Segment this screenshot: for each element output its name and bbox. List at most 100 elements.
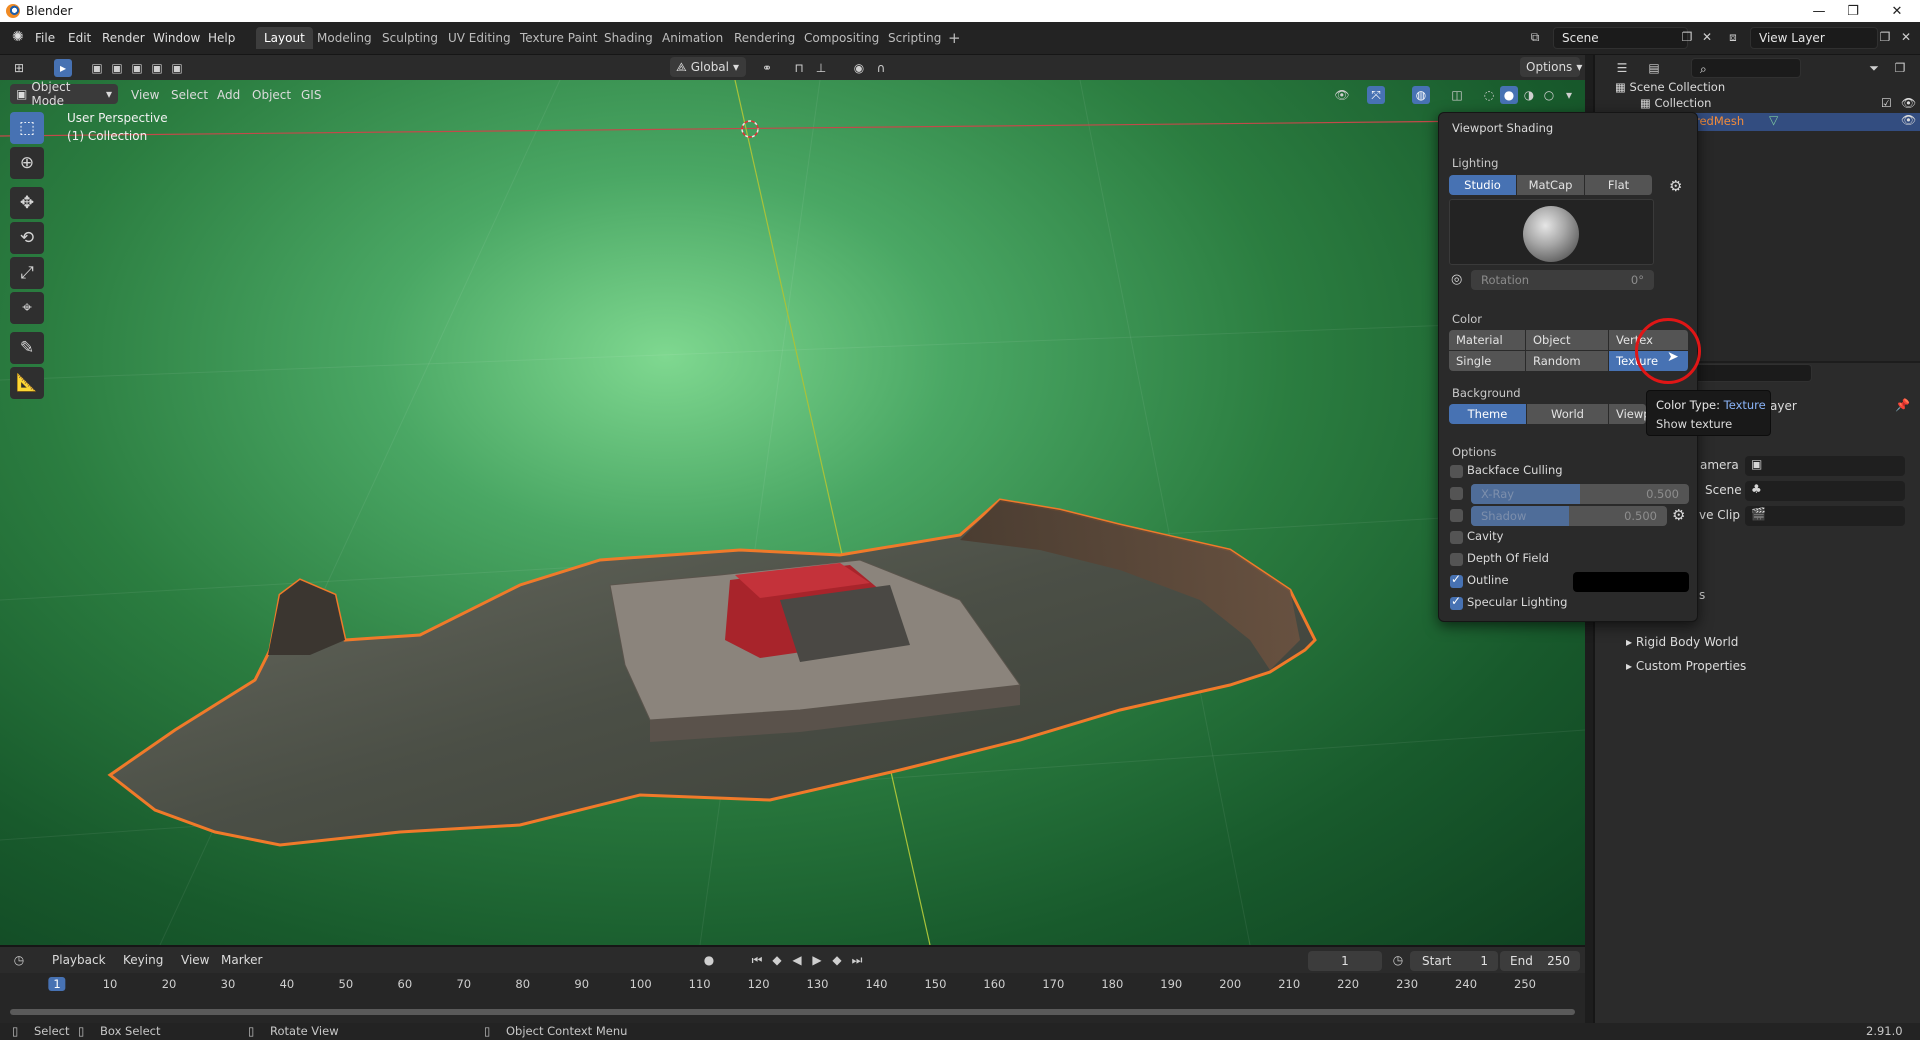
outline-color-swatch[interactable] <box>1573 572 1689 592</box>
display-mode-icon[interactable]: ▤ <box>1645 59 1663 77</box>
lighting-studio-button[interactable]: Studio <box>1449 175 1517 195</box>
rendered-shading-icon[interactable]: ○ <box>1540 86 1558 104</box>
menu-help[interactable]: Help <box>204 29 239 47</box>
outliner-search-input[interactable]: ⌕ <box>1691 58 1801 78</box>
menu-object[interactable]: Object <box>252 88 291 102</box>
filter-icon[interactable]: ⏷ <box>1865 59 1883 77</box>
3d-viewport[interactable]: User Perspective (1) Collection <box>0 80 1585 945</box>
pivot-point-icon[interactable]: ⚭ <box>758 59 776 77</box>
tab-animation[interactable]: Animation <box>654 27 731 49</box>
outline-checkbox[interactable] <box>1450 572 1463 588</box>
xray-checkbox[interactable] <box>1450 487 1463 500</box>
menu-window[interactable]: Window <box>149 29 204 47</box>
move-tool-icon[interactable]: ✥ <box>10 187 44 219</box>
play-icon[interactable]: ▶ <box>808 951 826 969</box>
cursor-tool-icon[interactable]: ⊕ <box>10 147 44 179</box>
transform-tool-icon[interactable]: ⌖ <box>10 292 44 324</box>
view-layer-icon[interactable]: ⧈ <box>1724 28 1742 46</box>
eye-icon[interactable]: 👁 <box>1901 113 1916 127</box>
outliner-row-collection[interactable]: ▦ Collection <box>1640 96 1711 110</box>
options-dropdown[interactable]: Options ▾ <box>1520 57 1582 77</box>
restore-button[interactable]: ❐ <box>1830 0 1876 22</box>
depth-of-field-checkbox[interactable] <box>1450 553 1463 566</box>
timeline[interactable]: 1 10 20 30 40 50 60 70 80 90 100 110 120 130 140 150 160… <box>0 973 1585 1023</box>
current-frame-field[interactable]: 1 <box>1308 951 1382 971</box>
end-frame-field[interactable]: End 250 <box>1500 951 1580 971</box>
menu-file[interactable]: File <box>31 29 59 47</box>
select-mode-extend-icon[interactable]: ▣ <box>108 59 126 77</box>
timeline-menu-playback[interactable]: Playback <box>52 953 106 967</box>
mode-dropdown[interactable]: ▣ Object Mode ▾ <box>10 80 118 108</box>
delete-scene-icon[interactable]: ✕ <box>1698 28 1716 46</box>
specular-lighting-checkbox[interactable] <box>1450 594 1463 610</box>
new-collection-icon[interactable]: ❐ <box>1891 59 1909 77</box>
overlays-icon[interactable]: ◍ <box>1412 86 1430 104</box>
timeline-menu-view[interactable]: View <box>181 953 209 967</box>
close-window-button[interactable]: ✕ <box>1874 0 1920 22</box>
color-random-button[interactable]: Random <box>1526 351 1609 371</box>
eye-icon[interactable]: 👁 <box>1901 96 1916 110</box>
rotation-field[interactable]: Rotation 0° <box>1471 270 1654 290</box>
tab-modeling[interactable]: Modeling <box>309 27 380 49</box>
tab-layout[interactable]: Layout <box>256 27 313 49</box>
menu-render[interactable]: Render <box>98 29 149 47</box>
panel-rigid-body-world[interactable]: ▸ Rigid Body World <box>1626 635 1738 649</box>
active-clip-field[interactable]: 🎬 <box>1745 506 1905 526</box>
preview-range-icon[interactable]: ◷ <box>1389 951 1407 969</box>
jump-keyframe-back-icon[interactable]: ◆ <box>768 951 786 969</box>
add-workspace-button[interactable]: + <box>940 25 969 47</box>
world-space-lighting-icon[interactable]: ◎ <box>1451 272 1462 287</box>
select-mode-invert-icon[interactable]: ▣ <box>148 59 166 77</box>
jump-start-icon[interactable]: ⏮ <box>748 951 766 969</box>
tab-compositing[interactable]: Compositing <box>796 27 887 49</box>
color-single-button[interactable]: Single <box>1449 351 1526 371</box>
background-scene-field[interactable]: ♣ <box>1745 481 1905 501</box>
solid-shading-icon[interactable]: ● <box>1500 86 1518 104</box>
menu-view[interactable]: View <box>131 88 159 102</box>
exclude-checkbox-icon[interactable]: ☑ <box>1881 96 1892 110</box>
shadow-slider[interactable]: Shadow 0.500 <box>1471 506 1667 526</box>
outliner-row-scene-collection[interactable]: ▦ Scene Collection <box>1615 80 1725 94</box>
menu-add[interactable]: Add <box>217 88 240 102</box>
color-material-button[interactable]: Material <box>1449 330 1526 350</box>
falloff-icon[interactable]: ∩ <box>872 59 890 77</box>
menu-select[interactable]: Select <box>171 88 208 102</box>
backface-culling-checkbox[interactable] <box>1450 465 1463 478</box>
pin-icon[interactable]: 📌 <box>1895 398 1910 412</box>
background-theme-button[interactable]: Theme <box>1449 404 1527 424</box>
shading-dropdown-icon[interactable]: ▾ <box>1560 86 1578 104</box>
select-mode-subtract-icon[interactable]: ▣ <box>128 59 146 77</box>
xray-toggle-icon[interactable]: ◫ <box>1448 86 1466 104</box>
snap-target-icon[interactable]: ⊥ <box>812 59 830 77</box>
background-world-button[interactable]: World <box>1527 404 1609 424</box>
auto-keying-icon[interactable]: ● <box>700 951 718 969</box>
tab-sculpting[interactable]: Sculpting <box>374 27 446 49</box>
xray-slider[interactable]: X-Ray 0.500 <box>1471 484 1689 504</box>
tab-uv-editing[interactable]: UV Editing <box>440 27 519 49</box>
visibility-eye-icon[interactable]: 👁 <box>1333 86 1351 104</box>
tab-shading[interactable]: Shading <box>596 27 661 49</box>
lighting-flat-button[interactable]: Flat <box>1585 175 1653 195</box>
cavity-checkbox[interactable] <box>1450 531 1463 544</box>
play-reverse-icon[interactable]: ◀ <box>788 951 806 969</box>
transform-orientation-dropdown[interactable]: ⟁ Global ▾ <box>670 57 746 77</box>
scale-tool-icon[interactable]: ⤢ <box>10 257 44 289</box>
studio-light-preview[interactable] <box>1449 199 1654 265</box>
timeline-scrollbar[interactable] <box>10 1009 1575 1015</box>
background-viewport-button[interactable]: Viewport <box>1609 404 1647 424</box>
scene-selector[interactable]: Scene <box>1553 27 1688 49</box>
scene-icon[interactable]: ⧉ <box>1526 28 1544 46</box>
material-shading-icon[interactable]: ◑ <box>1520 86 1538 104</box>
shadow-checkbox[interactable] <box>1450 509 1463 522</box>
blender-menu-icon[interactable]: ✺ <box>8 27 28 47</box>
annotate-tool-icon[interactable]: ✎ <box>10 332 44 364</box>
timeline-menu-keying[interactable]: Keying <box>123 953 163 967</box>
editor-type-icon[interactable]: ⊞ <box>10 59 28 77</box>
select-mode-intersect-icon[interactable]: ▣ <box>168 59 186 77</box>
select-mode-new-icon[interactable]: ▣ <box>88 59 106 77</box>
delete-view-layer-icon[interactable]: ✕ <box>1897 28 1915 46</box>
lighting-matcap-button[interactable]: MatCap <box>1517 175 1585 195</box>
menu-gis[interactable]: GIS <box>301 88 321 102</box>
timeline-editor-icon[interactable]: ◷ <box>10 951 28 969</box>
select-tool-icon[interactable]: ▸ <box>54 59 72 77</box>
